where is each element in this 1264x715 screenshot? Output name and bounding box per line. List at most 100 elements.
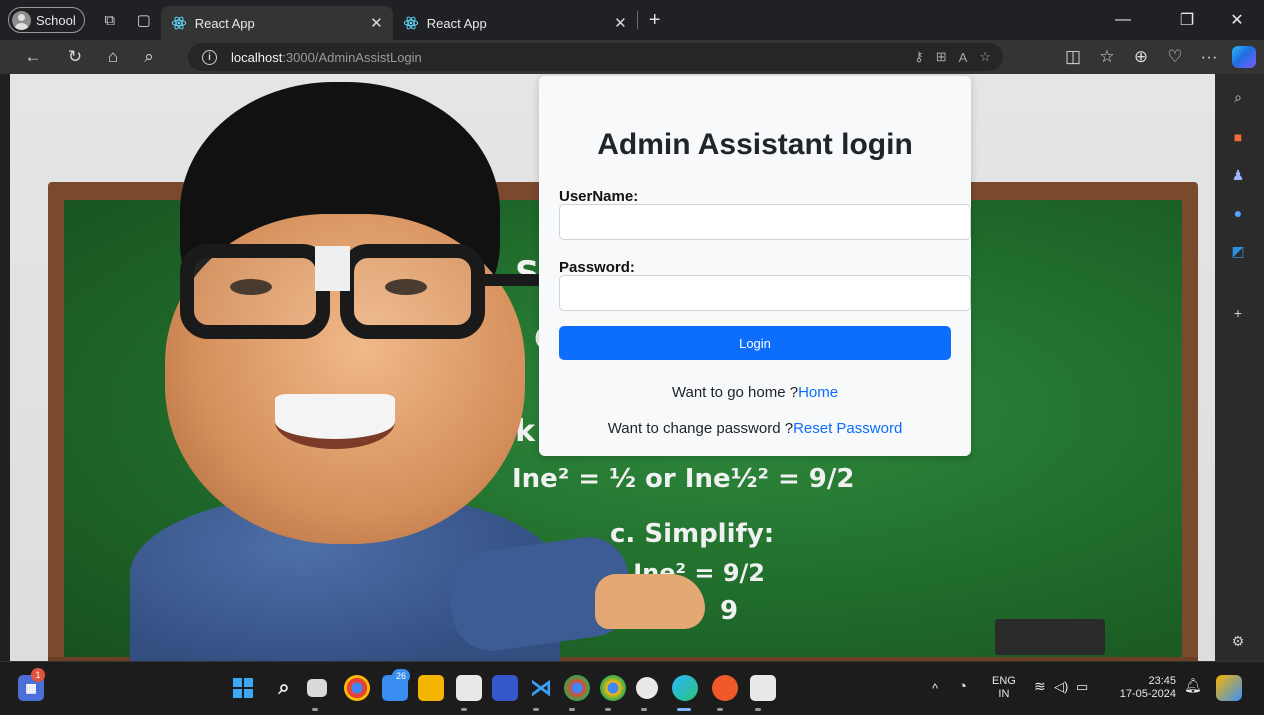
region-code: IN bbox=[998, 688, 1010, 700]
windows-taskbar: ▦ 1 ⌕ 26 ⋊ ^ ◔ ENG IN ≋ ◁) ▭ 23:45 17-05… bbox=[0, 661, 1264, 715]
reset-prompt-line: Want to change password ?Reset Password bbox=[539, 420, 971, 437]
edge-icon[interactable] bbox=[672, 675, 698, 701]
workspaces-icon[interactable]: ⧉ bbox=[93, 5, 127, 35]
mongodb-compass-icon[interactable] bbox=[636, 677, 658, 699]
chrome-profile-icon[interactable] bbox=[564, 675, 590, 701]
clock-time: 23:45 bbox=[1148, 675, 1176, 687]
glasses-right-lens bbox=[340, 244, 485, 339]
tab-title: React App bbox=[426, 15, 487, 31]
browser-essentials-icon[interactable]: ♡ bbox=[1158, 42, 1192, 72]
tray-overflow-chevron[interactable]: ^ bbox=[932, 682, 938, 695]
tab-react-app-1[interactable]: React App ✕ bbox=[160, 6, 393, 40]
running-indicator bbox=[755, 708, 761, 711]
volume-icon[interactable]: ◁) bbox=[1054, 680, 1068, 693]
home-icon[interactable]: ⌂ bbox=[96, 42, 130, 72]
task-view-icon[interactable] bbox=[307, 679, 327, 697]
tab-title: React App bbox=[194, 15, 255, 31]
chalk-text-7: 9 bbox=[720, 596, 739, 626]
running-indicator bbox=[569, 708, 575, 711]
password-input[interactable] bbox=[559, 275, 971, 311]
address-bar[interactable]: i localhost :3000/AdminAssistLogin ⚷ ⊞ A… bbox=[188, 43, 1003, 71]
close-window-button[interactable]: ✕ bbox=[1214, 0, 1260, 40]
split-screen-icon[interactable]: ◫ bbox=[1056, 42, 1090, 72]
clock-date: 17-05-2024 bbox=[1119, 688, 1176, 700]
snipping-tool-icon[interactable] bbox=[750, 675, 776, 701]
store-badge: 26 bbox=[392, 669, 410, 683]
character-mouth bbox=[275, 394, 395, 449]
minimize-button[interactable]: — bbox=[1100, 0, 1146, 40]
tab-react-app-2[interactable]: React App ✕ bbox=[393, 6, 637, 40]
outlook-icon[interactable]: ◩ bbox=[1227, 240, 1249, 262]
weather-widget-icon[interactable] bbox=[1216, 675, 1242, 701]
chrome-icon[interactable] bbox=[344, 675, 370, 701]
react-icon bbox=[403, 16, 418, 30]
games-icon[interactable]: ● bbox=[1227, 202, 1249, 224]
favorite-star-icon[interactable]: ☆ bbox=[979, 49, 991, 65]
chrome-profile-2-icon[interactable] bbox=[600, 675, 626, 701]
avatar bbox=[12, 10, 31, 30]
username-input[interactable] bbox=[559, 204, 971, 240]
wifi-icon[interactable]: ≋ bbox=[1034, 679, 1046, 693]
search-icon[interactable]: ⌕ bbox=[132, 42, 166, 72]
home-link[interactable]: Home bbox=[798, 384, 838, 401]
edge-sidebar: ⌕ ■ ♟ ● ◩ + ⚙ bbox=[1215, 74, 1264, 661]
more-icon[interactable]: ··· bbox=[1192, 42, 1226, 72]
add-sidebar-app-icon[interactable]: + bbox=[1227, 302, 1249, 324]
chalk-text-5: c. Simplify: bbox=[610, 519, 775, 549]
login-title: Admin Assistant login bbox=[597, 128, 913, 161]
browser-tab-bar: School ⧉ ▢ React App ✕ React App ✕ + — ❐… bbox=[0, 0, 1264, 40]
back-icon[interactable]: ← bbox=[16, 42, 50, 72]
file-explorer-icon[interactable] bbox=[418, 675, 444, 701]
site-info-icon[interactable]: i bbox=[202, 49, 217, 65]
running-indicator bbox=[717, 708, 723, 711]
new-tab-button[interactable]: + bbox=[638, 5, 672, 35]
login-card: Admin Assistant login UserName: Password… bbox=[539, 76, 971, 456]
profile-button[interactable]: School bbox=[8, 7, 85, 33]
sidebar-settings-icon[interactable]: ⚙ bbox=[1227, 630, 1249, 652]
widgets-badge: 1 bbox=[31, 668, 45, 682]
react-icon bbox=[171, 16, 186, 30]
restore-button[interactable]: ❐ bbox=[1164, 0, 1210, 40]
battery-icon[interactable]: ▭ bbox=[1076, 680, 1088, 693]
clock[interactable]: 23:45 17-05-2024 bbox=[1110, 675, 1176, 701]
running-indicator bbox=[605, 708, 611, 711]
password-label: Password: bbox=[559, 259, 635, 276]
collections-icon[interactable]: ⊕ bbox=[1124, 42, 1158, 72]
windows-logo-icon bbox=[233, 678, 253, 698]
read-aloud-icon[interactable]: A bbox=[959, 50, 968, 65]
vscode-icon[interactable]: ⋊ bbox=[528, 675, 554, 701]
language-indicator[interactable]: ENG IN bbox=[992, 675, 1016, 701]
taskbar-search-icon[interactable]: ⌕ bbox=[271, 675, 297, 701]
home-prompt-line: Want to go home ?Home bbox=[539, 384, 971, 401]
close-tab-icon[interactable]: ✕ bbox=[370, 14, 383, 32]
running-indicator bbox=[461, 708, 467, 711]
shopping-icon[interactable]: ■ bbox=[1227, 126, 1249, 148]
close-tab-icon[interactable]: ✕ bbox=[614, 14, 627, 32]
tab-actions-icon[interactable]: ▢ bbox=[127, 5, 161, 35]
copilot-tray-icon[interactable]: ◔ bbox=[958, 679, 967, 694]
notification-bell-icon[interactable]: 🔔︎ bbox=[1184, 678, 1202, 692]
profile-label: School bbox=[36, 12, 76, 28]
active-app-indicator bbox=[677, 708, 691, 711]
login-button[interactable]: Login bbox=[559, 326, 951, 360]
refresh-icon[interactable]: ↻ bbox=[58, 42, 92, 72]
reset-password-link[interactable]: Reset Password bbox=[793, 420, 902, 437]
chalk-text-4: Ine² = ½ or Ine½² = 9/2 bbox=[512, 464, 855, 494]
calculator-icon[interactable] bbox=[456, 675, 482, 701]
sidebar-search-icon[interactable]: ⌕ bbox=[1227, 86, 1249, 108]
favorites-icon[interactable]: ☆ bbox=[1090, 42, 1124, 72]
wps-office-icon[interactable] bbox=[712, 675, 738, 701]
eraser bbox=[995, 619, 1105, 655]
start-icon[interactable] bbox=[230, 675, 256, 701]
reset-prompt-text: Want to change password ? bbox=[607, 420, 794, 437]
copilot-icon[interactable] bbox=[1232, 46, 1256, 68]
key-icon[interactable]: ⚷ bbox=[914, 49, 924, 65]
word-like-app-icon[interactable] bbox=[492, 675, 518, 701]
browser-toolbar: ← ↻ ⌂ ⌕ i localhost :3000/AdminAssistLog… bbox=[0, 40, 1264, 74]
app-available-icon[interactable]: ⊞ bbox=[936, 49, 947, 65]
glasses-left-lens bbox=[180, 244, 330, 339]
tools-icon[interactable]: ♟ bbox=[1227, 164, 1249, 186]
character-hand bbox=[595, 574, 705, 629]
username-label: UserName: bbox=[559, 188, 639, 205]
url-host: localhost bbox=[231, 49, 283, 65]
